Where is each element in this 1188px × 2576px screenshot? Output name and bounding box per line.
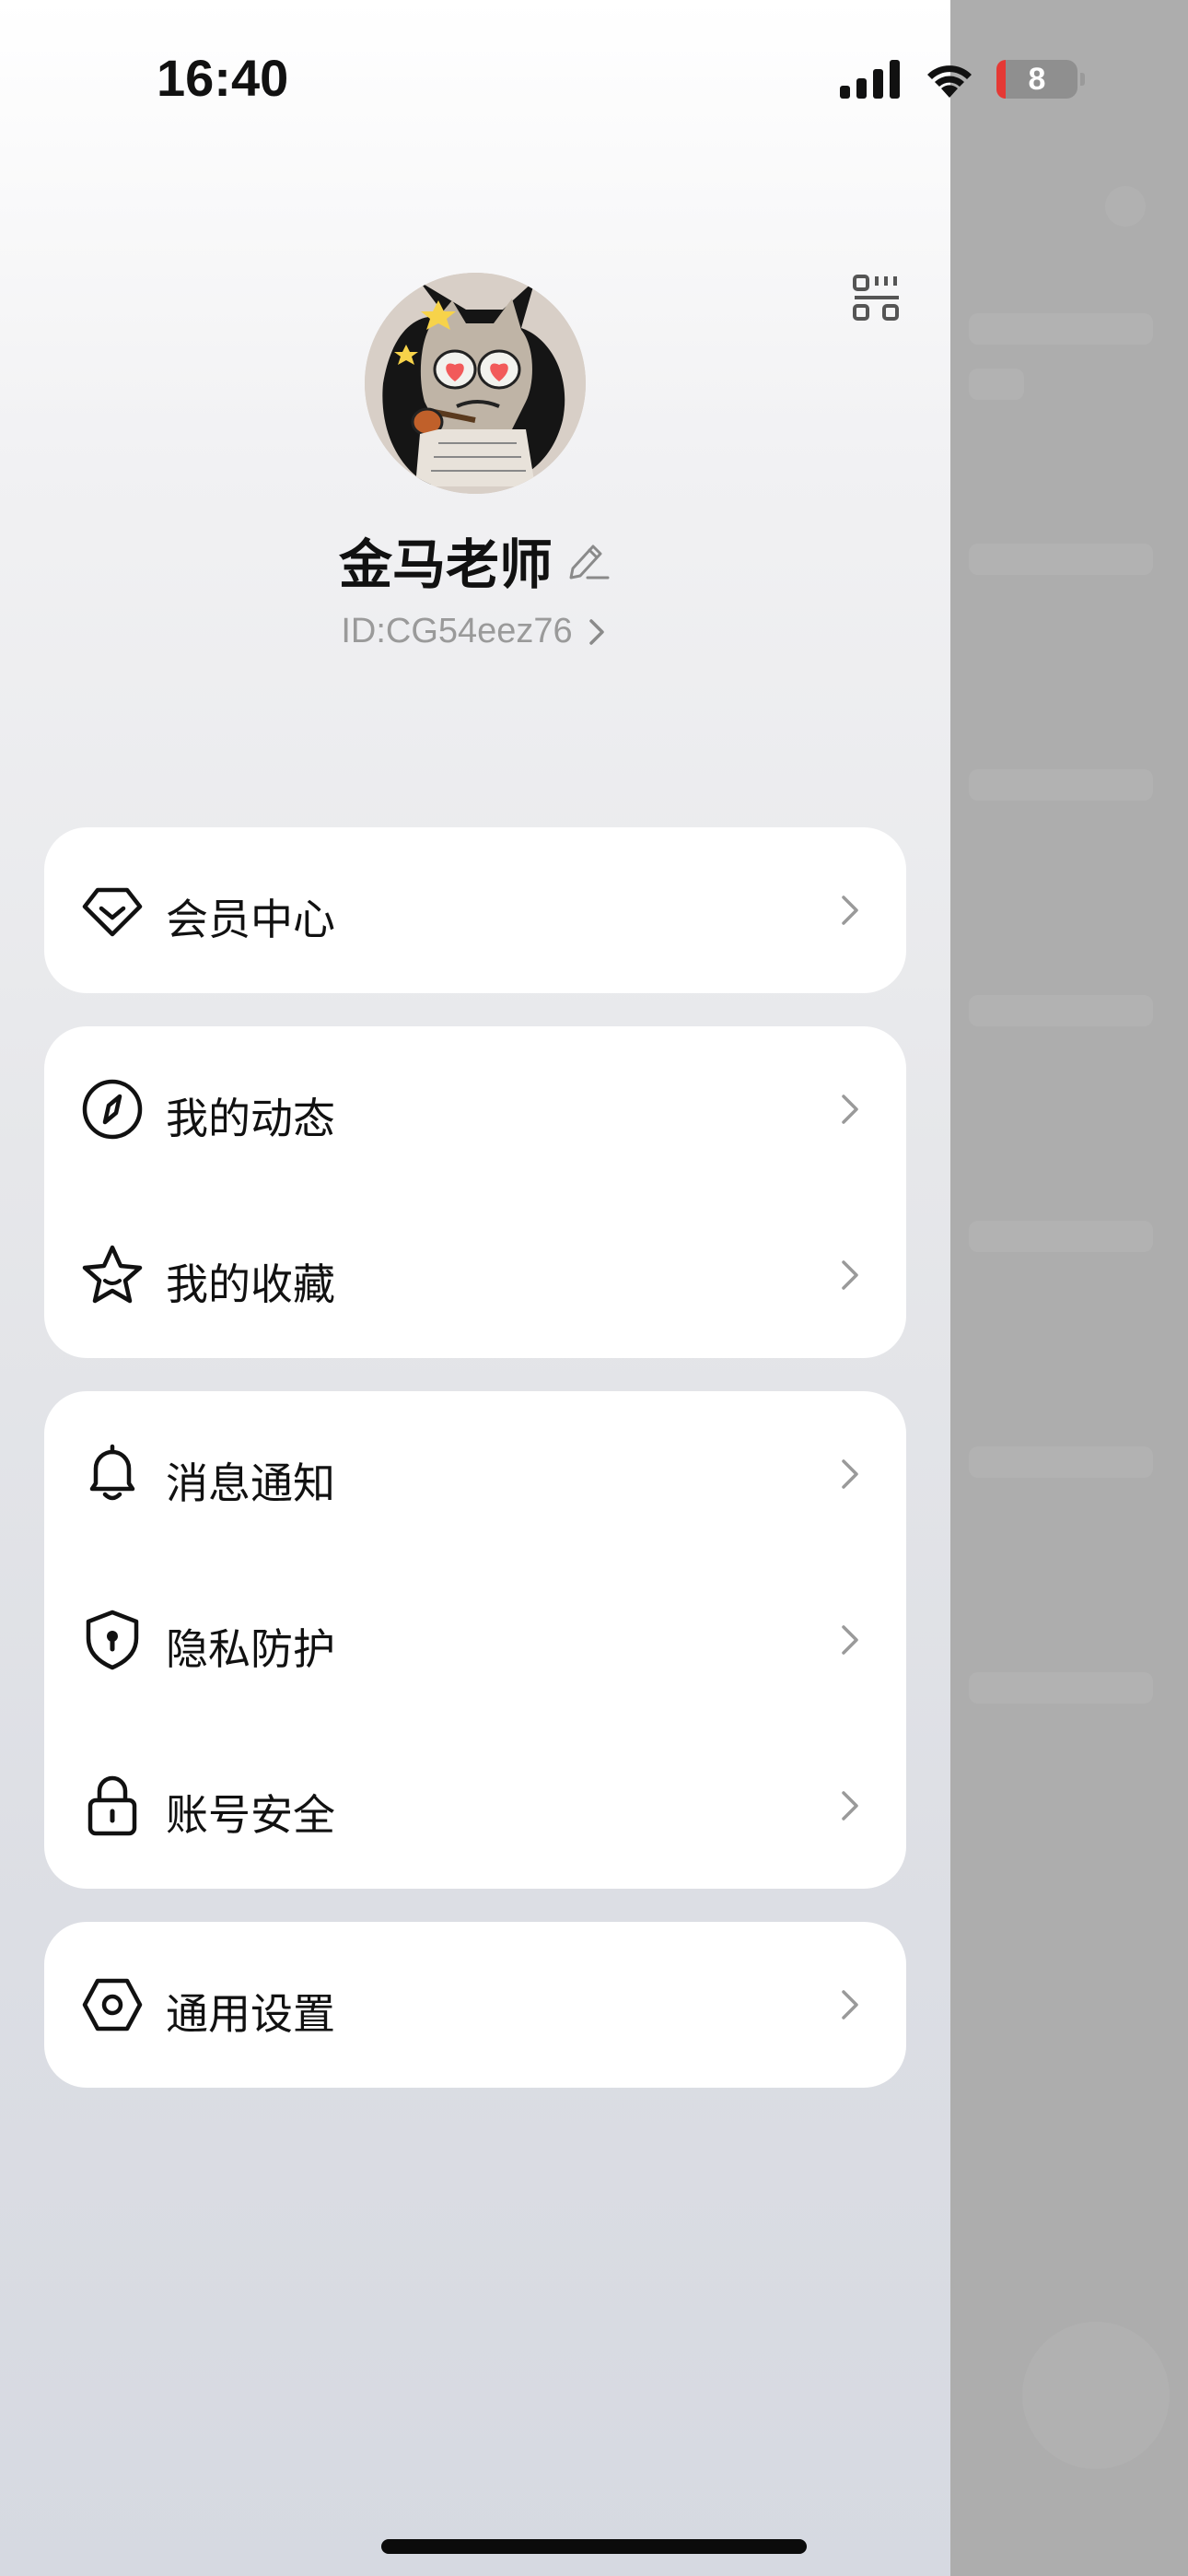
menu-item-general-settings[interactable]: 通用设置 bbox=[44, 1922, 906, 2088]
menu-label: 我的动态 bbox=[166, 1094, 335, 1143]
menu-card-content: 我的动态 我的收藏 bbox=[44, 1026, 906, 1358]
chevron-right-icon bbox=[588, 618, 604, 645]
menu-card-security: 消息通知 隐私防护 账号安全 bbox=[44, 1391, 906, 1889]
avatar-image bbox=[365, 273, 586, 494]
chevron-right-icon bbox=[842, 1791, 858, 1821]
menu-item-my-favorites[interactable]: 我的收藏 bbox=[44, 1192, 906, 1358]
side-drawer: 16:40 8 金马老师 ID:CG54eez76 会员中心 我的动态 我的收藏… bbox=[0, 0, 1085, 2576]
profile-id-link[interactable]: ID:CG54eez76 bbox=[0, 612, 950, 651]
background-line bbox=[969, 313, 1153, 345]
menu-item-account-security[interactable]: 账号安全 bbox=[44, 1723, 906, 1889]
background-floating-button bbox=[1022, 2322, 1170, 2469]
menu-item-my-posts[interactable]: 我的动态 bbox=[44, 1026, 906, 1192]
star-icon bbox=[82, 1245, 143, 1304]
home-indicator[interactable] bbox=[381, 2539, 807, 2554]
shield-icon bbox=[86, 1610, 139, 1670]
profile-id: ID:CG54eez76 bbox=[341, 612, 573, 650]
menu-item-privacy-protection[interactable]: 隐私防护 bbox=[44, 1557, 906, 1723]
menu-label: 消息通知 bbox=[166, 1458, 335, 1508]
menu-card-settings: 通用设置 bbox=[44, 1922, 906, 2088]
background-line bbox=[969, 769, 1153, 801]
background-line bbox=[969, 369, 1024, 400]
avatar[interactable] bbox=[365, 273, 586, 494]
menu-item-membership-center[interactable]: 会员中心 bbox=[44, 827, 906, 993]
cellular-signal-icon bbox=[840, 60, 900, 99]
compass-icon bbox=[82, 1079, 143, 1140]
profile-name-row: 金马老师 bbox=[0, 521, 950, 599]
menu-label: 会员中心 bbox=[166, 895, 335, 944]
status-time: 16:40 bbox=[157, 49, 289, 107]
lock-icon bbox=[87, 1775, 137, 1836]
background-line bbox=[969, 1446, 1153, 1478]
chevron-right-icon bbox=[842, 1260, 858, 1290]
background-content-ghost bbox=[949, 0, 1188, 2576]
background-line bbox=[969, 544, 1153, 575]
menu-label: 通用设置 bbox=[166, 1989, 335, 2039]
edit-pencil-icon[interactable] bbox=[565, 537, 611, 583]
background-line bbox=[969, 1221, 1153, 1252]
qr-code-icon[interactable] bbox=[851, 273, 904, 326]
menu-label: 隐私防护 bbox=[166, 1624, 335, 1674]
menu-label: 我的收藏 bbox=[166, 1259, 335, 1309]
vip-diamond-icon bbox=[82, 887, 143, 937]
chevron-right-icon bbox=[842, 1990, 858, 2020]
chevron-right-icon bbox=[842, 1095, 858, 1124]
wifi-icon bbox=[927, 65, 972, 98]
menu-item-notifications[interactable]: 消息通知 bbox=[44, 1391, 906, 1557]
battery-level: 8 bbox=[1028, 61, 1046, 97]
battery-icon: 8 bbox=[996, 60, 1085, 99]
bell-icon bbox=[89, 1444, 135, 1501]
background-add-icon bbox=[1105, 186, 1146, 227]
menu-label: 账号安全 bbox=[166, 1790, 335, 1840]
status-icons: 8 bbox=[840, 55, 1085, 103]
settings-hexagon-icon bbox=[82, 1978, 143, 2032]
background-line bbox=[969, 1672, 1153, 1704]
chevron-right-icon bbox=[842, 1625, 858, 1655]
profile-name: 金马老师 bbox=[338, 533, 553, 596]
chevron-right-icon bbox=[842, 896, 858, 925]
background-line bbox=[969, 995, 1153, 1026]
chevron-right-icon bbox=[842, 1459, 858, 1489]
menu-card-membership: 会员中心 bbox=[44, 827, 906, 993]
